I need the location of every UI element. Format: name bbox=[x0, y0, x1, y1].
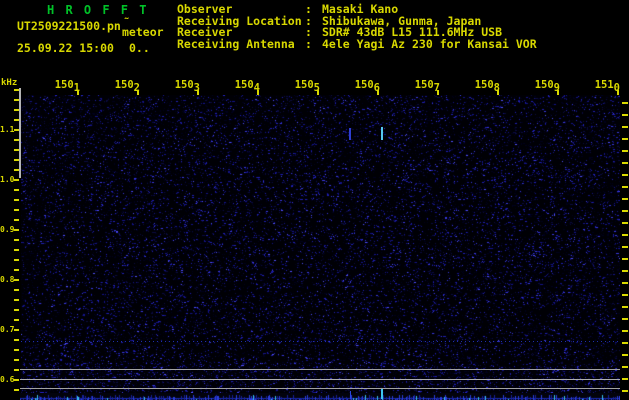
y-axis-tick bbox=[14, 369, 19, 371]
y-axis-tick bbox=[14, 379, 19, 381]
y-axis-right-tick bbox=[622, 294, 628, 296]
y-axis-tick bbox=[14, 359, 19, 361]
field-label: Receiving Antenna bbox=[177, 36, 295, 51]
x-axis-label: 1509 bbox=[530, 79, 560, 94]
strip-spike bbox=[350, 391, 351, 399]
y-axis-tick bbox=[14, 279, 19, 281]
metadata-fields: Observer: Masaki Kano Receiving Location: S… bbox=[177, 3, 537, 51]
y-axis-right-tick bbox=[622, 126, 628, 128]
x-axis-label: 1508 bbox=[470, 79, 500, 94]
x-axis-label: 1503 bbox=[170, 79, 200, 94]
echo-counter: 0.. bbox=[129, 41, 150, 55]
y-axis-tick bbox=[14, 249, 19, 251]
y-axis-right-tick bbox=[622, 234, 628, 236]
y-axis-tick bbox=[14, 289, 19, 291]
x-axis-label-main: 150 bbox=[174, 79, 194, 91]
filename-text: UT2509221500.pn bbox=[17, 19, 121, 33]
app-title: H R O F F T bbox=[47, 3, 149, 17]
y-axis-tick bbox=[14, 219, 19, 221]
y-axis-right-tick bbox=[622, 210, 628, 212]
y-axis-tick bbox=[14, 339, 19, 341]
y-axis-tick bbox=[14, 299, 19, 301]
y-axis-right-tick bbox=[622, 150, 628, 152]
y-axis-right-tick bbox=[622, 138, 628, 140]
y-axis-right-tick bbox=[622, 270, 628, 272]
x-axis-label-main: 151 bbox=[594, 79, 614, 91]
y-axis-label: 1.1 bbox=[0, 125, 15, 134]
y-axis-right-tick bbox=[622, 198, 628, 200]
y-axis-right-tick bbox=[622, 330, 628, 332]
x-axis-label-main: 150 bbox=[234, 79, 254, 91]
station-name: meteor bbox=[122, 25, 164, 39]
y-axis-right-tick bbox=[622, 390, 628, 392]
metadata-row: Receiving Antenna:4ele Yagi Az 230 for K… bbox=[177, 36, 537, 51]
y-axis-right-tick bbox=[622, 114, 628, 116]
y-axis-tick bbox=[14, 229, 19, 231]
y-axis-right-tick bbox=[622, 174, 628, 176]
y-axis-right-tick bbox=[622, 222, 628, 224]
y-axis-unit: kHz bbox=[1, 78, 18, 88]
carrier-line bbox=[20, 379, 620, 380]
y-axis-right-tick bbox=[622, 282, 628, 284]
y-axis-tick bbox=[14, 349, 19, 351]
y-axis-right-tick bbox=[622, 102, 628, 104]
x-axis-label: 1504 bbox=[230, 79, 260, 94]
x-axis-label: 1505 bbox=[290, 79, 320, 94]
y-axis-tick bbox=[14, 389, 19, 391]
hrofft-screen: H R O F F T UT2509221500.pn ˜ meteor 25.… bbox=[0, 0, 629, 400]
x-axis-label-main: 150 bbox=[414, 79, 434, 91]
x-axis-label-main: 150 bbox=[354, 79, 374, 91]
y-axis-label: 0.7 bbox=[0, 325, 15, 334]
y-axis-right-tick bbox=[622, 186, 628, 188]
y-axis-right-tick bbox=[622, 318, 628, 320]
y-axis-right-tick bbox=[622, 162, 628, 164]
y-axis-tick bbox=[14, 259, 19, 261]
x-axis-label-main: 150 bbox=[534, 79, 554, 91]
y-axis-tick bbox=[14, 179, 19, 181]
x-axis-label: 1506 bbox=[350, 79, 380, 94]
y-axis-tick bbox=[14, 239, 19, 241]
x-axis-label: 1507 bbox=[410, 79, 440, 94]
y-axis-tick bbox=[14, 329, 19, 331]
y-axis-label: 0.8 bbox=[0, 275, 15, 284]
meteor-echo bbox=[381, 127, 383, 140]
y-axis-right-tick bbox=[622, 366, 628, 368]
spectrogram-canvas bbox=[21, 95, 620, 393]
carrier-line bbox=[20, 388, 620, 389]
x-axis-label: 1510 bbox=[590, 79, 620, 94]
meteor-echo bbox=[349, 128, 351, 140]
y-axis-label: 0.6 bbox=[0, 375, 15, 384]
datetime-text: 25.09.22 15:00 bbox=[17, 41, 114, 55]
y-axis-tick bbox=[14, 269, 19, 271]
signal-strip-canvas bbox=[20, 393, 620, 400]
carrier-line bbox=[20, 369, 620, 370]
y-axis-right-tick bbox=[622, 354, 628, 356]
y-axis-label: 1.0 bbox=[0, 175, 15, 184]
y-axis-right-tick bbox=[622, 306, 628, 308]
faint-carrier-line bbox=[21, 341, 620, 342]
y-axis-tick bbox=[14, 199, 19, 201]
y-axis-tick bbox=[14, 189, 19, 191]
field-separator: : bbox=[305, 36, 312, 51]
x-axis-label: 1501 bbox=[50, 79, 80, 94]
y-axis-right-tick bbox=[622, 258, 628, 260]
x-axis-label-main: 150 bbox=[294, 79, 314, 91]
y-axis-label: 0.9 bbox=[0, 225, 15, 234]
x-axis-label-main: 150 bbox=[474, 79, 494, 91]
y-axis-right-tick bbox=[622, 246, 628, 248]
x-axis-label-main: 150 bbox=[114, 79, 134, 91]
y-axis-tick bbox=[14, 319, 19, 321]
y-axis-tick bbox=[14, 309, 19, 311]
y-axis-right-tick bbox=[622, 342, 628, 344]
x-axis-label: 1502 bbox=[110, 79, 140, 94]
y-axis-right-tick bbox=[622, 378, 628, 380]
x-axis-label-main: 150 bbox=[54, 79, 74, 91]
field-value: 4ele Yagi Az 230 for Kansai VOR bbox=[322, 36, 537, 51]
y-axis-tick bbox=[14, 209, 19, 211]
strip-spike bbox=[381, 389, 383, 399]
